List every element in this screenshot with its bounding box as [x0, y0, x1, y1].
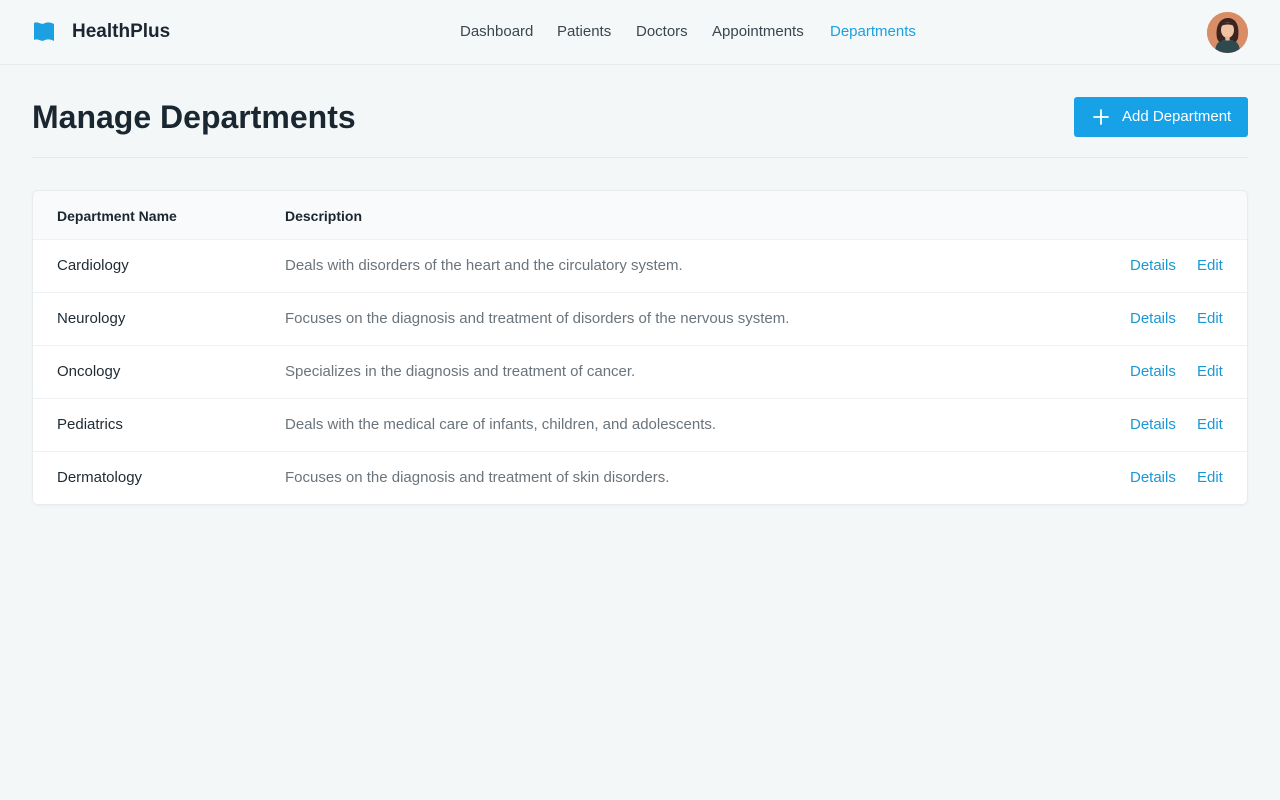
edit-link[interactable]: Edit	[1197, 363, 1223, 381]
edit-link[interactable]: Edit	[1197, 310, 1223, 328]
column-header-department-name[interactable]: Department Name	[57, 207, 177, 225]
main-nav: Dashboard Patients Doctors Appointments …	[0, 22, 1280, 42]
edit-link[interactable]: Edit	[1197, 469, 1223, 487]
nav-item-dashboard[interactable]: Dashboard	[460, 22, 533, 42]
edit-link[interactable]: Edit	[1197, 416, 1223, 434]
department-description: Deals with the medical care of infants, …	[285, 416, 717, 433]
details-link[interactable]: Details	[1130, 257, 1176, 275]
table-row[interactable]: Pediatrics Deals with the medical care o…	[33, 399, 1247, 452]
department-name: Cardiology	[57, 257, 129, 274]
nav-item-doctors[interactable]: Doctors	[636, 22, 688, 42]
department-name: Pediatrics	[57, 416, 123, 433]
top-navbar: HealthPlus Dashboard Patients Doctors Ap…	[0, 0, 1280, 65]
department-description: Specializes in the diagnosis and treatme…	[285, 363, 636, 380]
table-header: Department Name Description	[33, 191, 1247, 240]
table-row[interactable]: Neurology Focuses on the diagnosis and t…	[33, 293, 1247, 346]
user-avatar[interactable]	[1207, 12, 1248, 53]
department-name: Dermatology	[57, 469, 143, 486]
page-title: Manage Departments	[32, 99, 356, 135]
departments-table: Department Name Description Cardiology D…	[32, 190, 1248, 505]
add-department-label: Add Department	[1122, 108, 1232, 125]
details-link[interactable]: Details	[1130, 469, 1176, 487]
details-link[interactable]: Details	[1130, 416, 1176, 434]
details-link[interactable]: Details	[1130, 363, 1176, 381]
nav-item-appointments[interactable]: Appointments	[712, 22, 804, 42]
avatar-portrait-icon	[1207, 12, 1248, 53]
details-link[interactable]: Details	[1130, 310, 1176, 328]
add-department-button[interactable]: Add Department	[1074, 97, 1248, 137]
table-row[interactable]: Oncology Specializes in the diagnosis an…	[33, 346, 1247, 399]
nav-item-patients[interactable]: Patients	[557, 22, 611, 42]
department-name: Neurology	[57, 310, 126, 327]
department-description: Focuses on the diagnosis and treatment o…	[285, 469, 670, 486]
table-row[interactable]: Cardiology Deals with disorders of the h…	[33, 240, 1247, 293]
table-row[interactable]: Dermatology Focuses on the diagnosis and…	[33, 452, 1247, 504]
edit-link[interactable]: Edit	[1197, 257, 1223, 275]
title-divider	[32, 157, 1248, 158]
nav-item-departments[interactable]: Departments	[830, 22, 916, 42]
column-header-description[interactable]: Description	[285, 207, 362, 225]
department-description: Deals with disorders of the heart and th…	[285, 257, 683, 274]
department-name: Oncology	[57, 363, 121, 380]
department-description: Focuses on the diagnosis and treatment o…	[285, 310, 790, 327]
plus-icon	[1093, 109, 1109, 125]
